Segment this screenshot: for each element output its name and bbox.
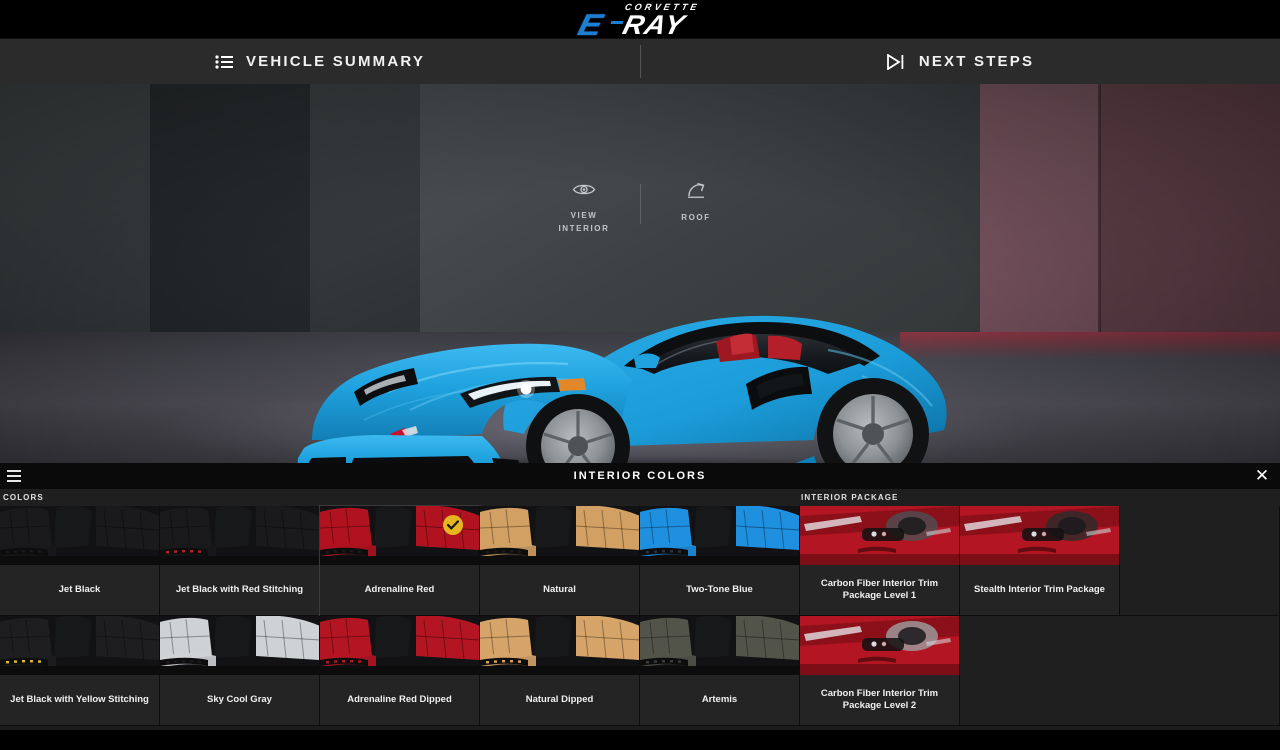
swatch-label: Sky Cool Gray bbox=[207, 694, 272, 705]
grid-filler bbox=[1120, 506, 1280, 616]
swatch-label: Jet Black with Yellow Stitching bbox=[10, 694, 149, 705]
swatch-tile-natural[interactable]: Natural bbox=[480, 506, 640, 616]
list-icon bbox=[215, 54, 233, 69]
section-label-interior-package: INTERIOR PACKAGE bbox=[801, 493, 899, 502]
swatch-tile-adrenaline-red-dipped[interactable]: Adrenaline Red Dipped bbox=[320, 616, 480, 726]
panel-header: INTERIOR COLORS ✕ bbox=[0, 463, 1280, 489]
swatch-image bbox=[480, 616, 639, 675]
vehicle-summary-label: VEHICLE SUMMARY bbox=[245, 53, 426, 70]
swatch-label: Adrenaline Red bbox=[364, 584, 435, 595]
swatch-image bbox=[960, 506, 1119, 565]
view-interior-label: VIEW INTERIOR bbox=[558, 211, 610, 233]
swatch-image bbox=[800, 506, 959, 565]
swatch-label: Stealth Interior Trim Package bbox=[974, 584, 1105, 595]
swatch-tile-jet-black-red-stitching[interactable]: Jet Black with Red Stitching bbox=[160, 506, 320, 616]
brand-logo-bar: CORVETTE E RAY bbox=[0, 0, 1280, 42]
swatch-tile-stealth-trim[interactable]: Stealth Interior Trim Package bbox=[960, 506, 1120, 616]
swatch-image bbox=[0, 616, 159, 675]
play-next-icon bbox=[886, 53, 906, 70]
swatch-image bbox=[160, 616, 319, 675]
swatch-image bbox=[320, 616, 479, 675]
swatch-tile-two-tone-blue[interactable]: Two-Tone Blue bbox=[640, 506, 800, 616]
swatch-row: Jet Black Jet Black with Red Stitching Adr… bbox=[0, 505, 1280, 617]
next-steps-label: NEXT STEPS bbox=[918, 53, 1035, 70]
logo-ray-text: RAY bbox=[619, 10, 689, 40]
swatch-tile-artemis[interactable]: Artemis bbox=[640, 616, 800, 726]
configurator-app: CORVETTE E RAY VEHICLE SUMMARY NEXT STEP… bbox=[0, 0, 1280, 750]
swatch-label: Jet Black bbox=[58, 584, 101, 595]
vehicle-stage: VIEW INTERIOR ROOF bbox=[0, 84, 1280, 463]
swatch-tile-jet-black-yellow-stitching[interactable]: Jet Black with Yellow Stitching bbox=[0, 616, 160, 726]
hamburger-icon[interactable] bbox=[7, 470, 21, 482]
swatch-tile-carbon-fiber-level-2[interactable]: Carbon Fiber Interior Trim Package Level… bbox=[800, 616, 960, 726]
stage-controls: VIEW INTERIOR ROOF bbox=[0, 182, 1280, 235]
top-navigation: VEHICLE SUMMARY NEXT STEPS bbox=[0, 38, 1280, 84]
roof-arrow-icon bbox=[684, 182, 708, 204]
vehicle-render[interactable] bbox=[268, 234, 968, 463]
swatch-label: Jet Black with Red Stitching bbox=[175, 584, 304, 595]
swatch-image bbox=[800, 616, 959, 675]
selected-check-icon bbox=[443, 515, 463, 535]
swatch-tile-carbon-fiber-level-1[interactable]: Carbon Fiber Interior Trim Package Level… bbox=[800, 506, 960, 616]
logo-dash bbox=[610, 21, 624, 24]
swatch-label: Natural Dipped bbox=[525, 694, 594, 705]
footer-bar bbox=[0, 730, 1280, 750]
swatch-tile-adrenaline-red[interactable]: Adrenaline Red bbox=[319, 505, 481, 617]
close-icon[interactable]: ✕ bbox=[1252, 466, 1272, 486]
next-steps-button[interactable]: NEXT STEPS bbox=[640, 39, 1280, 84]
roof-button[interactable]: ROOF bbox=[657, 182, 735, 235]
view-interior-button[interactable]: VIEW INTERIOR bbox=[545, 182, 641, 235]
roof-label: ROOF bbox=[681, 213, 711, 222]
interior-colors-panel: INTERIOR COLORS ✕ COLORS INTERIOR PACKAG… bbox=[0, 463, 1280, 750]
swatch-image bbox=[640, 506, 799, 565]
swatch-tile-natural-dipped[interactable]: Natural Dipped bbox=[480, 616, 640, 726]
swatch-image bbox=[640, 616, 799, 675]
swatch-image bbox=[480, 506, 639, 565]
eye-icon bbox=[572, 182, 596, 202]
corvette-eray-logo: CORVETTE E RAY bbox=[525, 1, 755, 42]
swatch-image bbox=[160, 506, 319, 565]
swatch-label: Adrenaline Red Dipped bbox=[347, 694, 452, 705]
panel-title: INTERIOR COLORS bbox=[573, 470, 707, 482]
swatch-label: Artemis bbox=[701, 694, 738, 705]
swatch-tile-jet-black[interactable]: Jet Black bbox=[0, 506, 160, 616]
swatch-label: Carbon Fiber Interior Trim Package Level… bbox=[820, 578, 939, 601]
swatch-label: Carbon Fiber Interior Trim Package Level… bbox=[820, 688, 939, 711]
panel-section-labels: COLORS INTERIOR PACKAGE bbox=[0, 489, 1280, 506]
vehicle-summary-button[interactable]: VEHICLE SUMMARY bbox=[0, 39, 640, 84]
swatch-row: Jet Black with Yellow Stitching Sky Cool … bbox=[0, 616, 1280, 726]
swatch-tile-sky-cool-gray[interactable]: Sky Cool Gray bbox=[160, 616, 320, 726]
section-label-colors: COLORS bbox=[3, 493, 44, 502]
swatch-label: Natural bbox=[543, 584, 576, 595]
swatch-grid: Jet Black Jet Black with Red Stitching Adr… bbox=[0, 505, 1280, 726]
swatch-label: Two-Tone Blue bbox=[686, 584, 753, 595]
swatch-image bbox=[0, 506, 159, 565]
grid-filler bbox=[960, 616, 1280, 726]
